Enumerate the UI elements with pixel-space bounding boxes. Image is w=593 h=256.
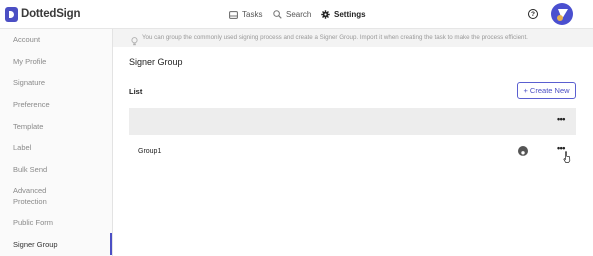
list-heading: List xyxy=(129,87,143,96)
nav-search-label: Search xyxy=(286,10,312,19)
logo-text: DottedSign xyxy=(21,8,81,20)
top-bar: DottedSign Tasks Search Settings ? xyxy=(0,0,593,29)
table-header xyxy=(129,108,576,135)
search-icon xyxy=(273,10,282,19)
logo-icon xyxy=(5,6,18,22)
sidebar-item-advanced-protection[interactable]: Advanced xyxy=(13,185,46,196)
sidebar-item-bulk-send[interactable]: Bulk Send xyxy=(13,164,47,175)
header-more-icon[interactable]: ••• xyxy=(557,115,565,124)
active-indicator xyxy=(110,233,112,255)
sidebar-item-my-profile[interactable]: My Profile xyxy=(13,56,46,67)
sidebar-item-preference[interactable]: Preference xyxy=(13,99,50,110)
sidebar-item-advanced-protection-line2[interactable]: Protection xyxy=(13,196,47,207)
gear-icon xyxy=(321,10,330,19)
sidebar-item-label[interactable]: Label xyxy=(13,142,31,153)
app-logo[interactable]: DottedSign xyxy=(5,6,81,22)
table-row[interactable] xyxy=(129,138,576,166)
nav-search[interactable]: Search xyxy=(273,0,311,29)
lightbulb-icon xyxy=(131,33,138,51)
create-new-button[interactable]: + Create New xyxy=(517,82,576,99)
sidebar-item-signer-group[interactable]: Signer Group xyxy=(13,239,58,250)
avatar[interactable] xyxy=(551,3,573,25)
info-banner: You can group the commonly used signing … xyxy=(113,29,593,47)
page-title: Signer Group xyxy=(129,57,183,67)
sidebar-item-template[interactable]: Template xyxy=(13,121,43,132)
nav-settings[interactable]: Settings xyxy=(321,0,366,29)
sidebar-item-public-form[interactable]: Public Form xyxy=(13,217,53,228)
nav-tasks-label: Tasks xyxy=(242,10,263,19)
tasks-icon xyxy=(229,10,238,19)
shared-group-icon xyxy=(518,146,528,156)
sidebar-item-account[interactable]: Account xyxy=(13,34,40,45)
hand-cursor-icon xyxy=(563,150,571,168)
help-icon[interactable]: ? xyxy=(528,9,538,19)
nav-settings-label: Settings xyxy=(334,10,366,19)
banner-text: You can group the commonly used signing … xyxy=(142,34,528,41)
group-name: Group1 xyxy=(138,148,162,155)
nav-tasks[interactable]: Tasks xyxy=(229,0,262,29)
sidebar-item-signature[interactable]: Signature xyxy=(13,77,45,88)
